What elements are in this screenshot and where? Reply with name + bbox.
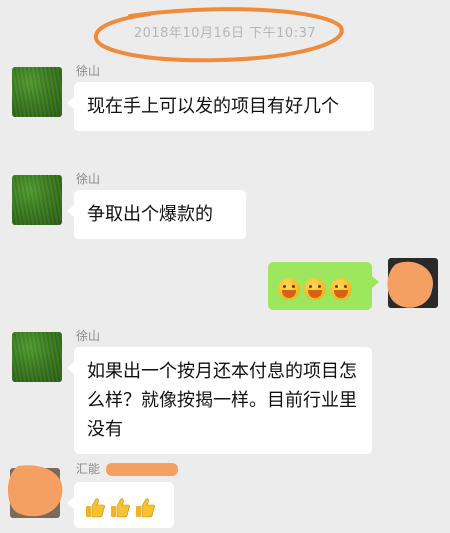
- thumbs-up-icon: [136, 498, 155, 518]
- redacted-avatar: [7, 465, 63, 518]
- message-text: 争取出个爆款的: [87, 204, 213, 225]
- sender-name: 徐山: [76, 329, 101, 343]
- smile-emoji: [330, 278, 352, 300]
- smile-emoji: [278, 278, 300, 300]
- sender-name: 汇能: [76, 460, 178, 477]
- sender-name: 徐山: [76, 172, 101, 186]
- message-text: 现在手上可以发的项目有好几个: [87, 96, 339, 117]
- avatar[interactable]: [12, 175, 62, 225]
- thumbs-up-icon: [111, 498, 130, 518]
- message-bubble[interactable]: 争取出个爆款的: [67, 190, 246, 239]
- message-bubble[interactable]: [67, 482, 174, 528]
- message-bubble-self[interactable]: [268, 262, 379, 310]
- message-bubble[interactable]: 现在手上可以发的项目有好几个: [67, 82, 374, 131]
- sender-name: 徐山: [76, 64, 101, 78]
- message-text: 如果出一个按月还本付息的项目怎么样？就像按揭一样。目前行业里没有: [87, 361, 357, 440]
- thumbs-up-icon: [86, 498, 105, 518]
- smile-emoji: [304, 278, 326, 300]
- redacted-avatar: [387, 258, 438, 308]
- avatar[interactable]: [12, 67, 62, 117]
- avatar[interactable]: [12, 332, 62, 382]
- redaction-mark: [105, 463, 178, 476]
- chat-timestamp: 2018年10月16日 下午10:37: [133, 26, 317, 41]
- message-bubble[interactable]: 如果出一个按月还本付息的项目怎么样？就像按揭一样。目前行业里没有: [67, 347, 372, 454]
